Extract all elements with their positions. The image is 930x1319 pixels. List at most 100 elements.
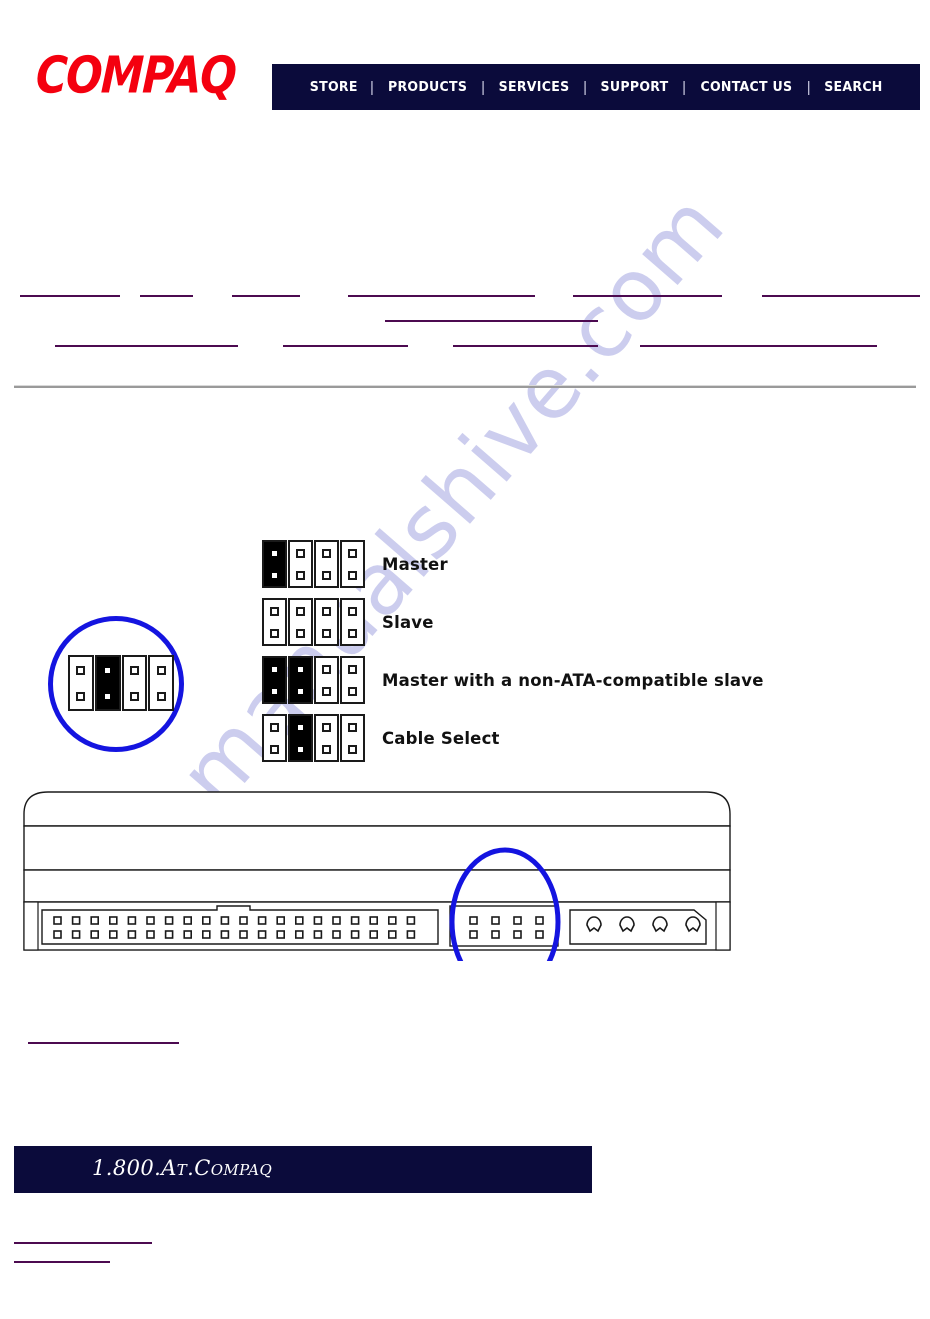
nav-list: STORE | PRODUCTS | SERVICES | SUPPORT | … [297, 79, 896, 96]
nav-separator: | [481, 78, 486, 96]
nav-item-services[interactable]: SERVICES [488, 79, 579, 95]
ribbon-pin [53, 916, 62, 925]
compaq-logo[interactable]: COMPAQ [35, 46, 237, 105]
ribbon-pin [127, 916, 137, 925]
nav-separator: | [682, 78, 686, 96]
pin-icon [296, 628, 305, 638]
ribbon-pin [294, 916, 304, 925]
document-link-r0-5[interactable] [762, 295, 920, 297]
link-row [0, 308, 930, 333]
ribbon-pin [257, 930, 267, 939]
ribbon-pin [164, 930, 174, 939]
jumper-connector-pin [513, 930, 522, 939]
jumper-config-3-column-4-open [340, 714, 365, 762]
pin-icon [270, 744, 279, 754]
ribbon-pin [387, 930, 397, 939]
jumper-connector-pin [535, 916, 544, 925]
pin-icon [296, 606, 305, 616]
ribbon-pin [257, 916, 267, 925]
document-link-r2-1[interactable] [283, 345, 408, 347]
drive-body-band-2 [23, 869, 731, 903]
jumper-config-row: Slave [262, 593, 764, 651]
jumper-config-label: Slave [382, 612, 434, 632]
ribbon-pin [146, 916, 155, 925]
jumper-connector-pin [513, 916, 522, 925]
ribbon-pin [313, 916, 323, 925]
pin-icon [272, 666, 277, 672]
jumper-config-1-column-4-open [340, 598, 365, 646]
ribbon-pin [239, 930, 248, 939]
ribbon-pin [109, 916, 118, 925]
jumper-config-2-column-4-open [340, 656, 365, 704]
document-link-r2-2[interactable] [453, 345, 598, 347]
bottom-link-0[interactable] [28, 1042, 179, 1044]
pin-icon [322, 606, 331, 616]
jumper-config-2-column-3-open [314, 656, 339, 704]
document-link-r0-1[interactable] [140, 295, 193, 297]
jumper-config-label: Cable Select [382, 728, 500, 748]
main-navigation-bar: STORE | PRODUCTS | SERVICES | SUPPORT | … [272, 64, 920, 110]
nav-item-search[interactable]: SEARCH [814, 79, 893, 95]
pin-icon [322, 548, 331, 558]
document-link-r0-3[interactable] [348, 295, 535, 297]
pin-icon [348, 570, 357, 580]
compaq-phone-banner[interactable]: 1.800.At.Compaq [14, 1146, 592, 1193]
jumper-config-2-column-1-jumpered [262, 656, 287, 704]
ribbon-pin [406, 930, 416, 939]
jumper-detail-callout [48, 616, 184, 752]
jumper-configuration-list: Master Slave Master with a non-ATA-compati… [262, 535, 764, 767]
ribbon-pin [220, 930, 230, 939]
link-row [0, 333, 930, 358]
pin-icon [76, 665, 86, 675]
pin-icon [298, 688, 303, 694]
pin-icon [270, 628, 279, 638]
pin-icon [270, 606, 279, 616]
nav-item-support[interactable]: SUPPORT [590, 79, 678, 95]
footer-link-0[interactable] [14, 1261, 110, 1263]
ribbon-pin [71, 916, 81, 925]
jumper-config-3-block [262, 714, 369, 762]
pin-icon [105, 667, 111, 673]
jumper-connector-pin [491, 930, 500, 939]
jumper-detail-block [68, 655, 175, 711]
document-link-r1-0[interactable] [385, 320, 598, 322]
ribbon-pin [164, 916, 174, 925]
document-link-r2-0[interactable] [55, 345, 238, 347]
jumper-config-row: Cable Select [262, 709, 764, 767]
footer-link-0[interactable] [14, 1242, 152, 1244]
nav-item-contact-us[interactable]: CONTACT US [690, 79, 802, 95]
pin-icon [322, 686, 331, 696]
pin-icon [272, 550, 277, 556]
jumper-config-3-column-1-open [262, 714, 287, 762]
nav-item-products[interactable]: PRODUCTS [378, 79, 478, 95]
pin-icon [348, 606, 357, 616]
jumper-config-2-column-2-jumpered [288, 656, 313, 704]
pin-icon [296, 570, 305, 580]
jumper-detail-column-3-open [121, 655, 148, 711]
pin-icon [322, 722, 331, 732]
ribbon-pin [369, 916, 379, 925]
document-link-r2-3[interactable] [640, 345, 877, 347]
jumper-config-1-block [262, 598, 369, 646]
pin-icon [348, 664, 357, 674]
jumper-config-1-column-2-open [288, 598, 313, 646]
pin-icon [76, 691, 86, 701]
document-link-r0-2[interactable] [232, 295, 300, 297]
jumper-detail-block [68, 655, 175, 711]
nav-item-store[interactable]: STORE [299, 79, 367, 95]
document-link-r0-4[interactable] [573, 295, 722, 297]
jumper-config-3-column-3-open [314, 714, 339, 762]
pin-icon [156, 691, 166, 701]
power-pin [652, 916, 668, 933]
jumper-config-0-column-2-open [288, 540, 313, 588]
ribbon-pin [332, 930, 341, 939]
pin-icon [270, 722, 279, 732]
ribbon-pin [146, 930, 155, 939]
document-link-r0-0[interactable] [20, 295, 120, 297]
jumper-config-0-column-3-open [314, 540, 339, 588]
pin-icon [272, 572, 277, 578]
jumper-config-row: Master [262, 535, 764, 593]
ribbon-pin [202, 930, 211, 939]
pin-icon [156, 665, 166, 675]
link-row [0, 283, 930, 308]
